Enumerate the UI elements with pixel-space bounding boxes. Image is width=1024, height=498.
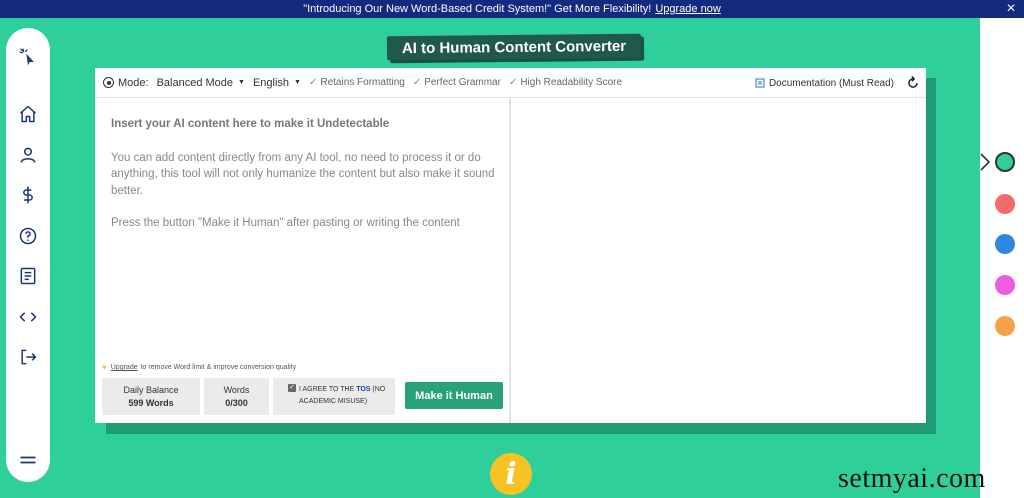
mode-radio-icon [103, 77, 114, 88]
upgrade-note: ♥ Upgrade to remove Word limit & improve… [102, 363, 297, 372]
heart-icon: ♥ [102, 363, 107, 372]
theme-color-orange[interactable] [995, 316, 1015, 336]
chevron-down-icon: ▼ [294, 79, 301, 86]
code-icon[interactable] [15, 304, 41, 330]
theme-panel [980, 18, 1024, 498]
documentation-link[interactable]: Documentation (Must Read) [755, 68, 894, 98]
toolbar: Mode: Balanced Mode ▼ English ▼ ✓ Retain… [95, 68, 926, 98]
document-icon [755, 78, 765, 88]
editor-heading: Insert your AI content here to make it U… [111, 118, 390, 130]
feature-item: ✓ Retains Formatting [308, 77, 405, 88]
watermark: setmyai.com [838, 463, 986, 494]
menu-icon[interactable] [15, 447, 41, 473]
theme-color-red[interactable] [995, 194, 1015, 214]
mode-value: Balanced Mode [156, 76, 234, 89]
reset-icon[interactable] [906, 76, 920, 90]
editor-hint: Press the button "Make it Human" after p… [111, 217, 460, 229]
home-icon[interactable] [15, 101, 41, 127]
upgrade-link[interactable]: Upgrade [111, 364, 138, 371]
sidebar [6, 28, 50, 482]
theme-color-pink[interactable] [995, 275, 1015, 295]
check-icon: ✓ [412, 77, 422, 88]
cursor-icon[interactable] [15, 44, 41, 70]
chevron-right-icon[interactable] [978, 152, 992, 172]
daily-balance: Daily Balance 599 Words [102, 378, 200, 415]
tos-checkbox[interactable]: ✓ [288, 384, 296, 392]
page-title: AI to Human Content Converter [386, 33, 642, 61]
mode-dropdown[interactable]: Balanced Mode ▼ [157, 77, 245, 89]
announcement-banner: "Introducing Our New Word-Based Credit S… [0, 0, 1024, 18]
info-icon[interactable]: i [490, 453, 532, 495]
check-icon: ✓ [308, 77, 318, 88]
editor-instructions: You can add content directly from any AI… [111, 151, 495, 197]
help-icon[interactable] [15, 223, 41, 249]
chevron-down-icon: ▼ [238, 79, 245, 86]
mode-selector[interactable]: Mode: [103, 77, 149, 89]
mode-label: Mode: [118, 76, 149, 89]
tos-agreement: ✓ I AGREE TO THE TOS (NO ACADEMIC MISUSE… [273, 378, 395, 415]
converter-card: Mode: Balanced Mode ▼ English ▼ ✓ Retain… [95, 68, 926, 423]
banner-text: "Introducing Our New Word-Based Credit S… [303, 3, 652, 15]
feature-item: ✓ Perfect Grammar [412, 77, 501, 88]
dollar-icon[interactable] [15, 182, 41, 208]
logout-icon[interactable] [15, 344, 41, 370]
feature-item: ✓ High Readability Score [508, 77, 623, 88]
language-value: English [252, 76, 290, 89]
agree-prefix: I AGREE TO THE [299, 386, 355, 393]
theme-color-blue[interactable] [995, 234, 1015, 254]
upgrade-now-link[interactable]: Upgrade now [655, 3, 720, 15]
language-dropdown[interactable]: English ▼ [253, 77, 301, 89]
tos-link[interactable]: TOS [356, 386, 370, 393]
word-count: Words 0/300 [204, 378, 269, 415]
panel-divider [509, 98, 511, 423]
check-icon: ✓ [508, 77, 518, 88]
user-icon[interactable] [15, 142, 41, 168]
document-icon[interactable] [15, 263, 41, 289]
input-editor[interactable]: Insert your AI content here to make it U… [111, 116, 496, 248]
close-icon[interactable]: × [1004, 0, 1018, 18]
make-it-human-button[interactable]: Make it Human [405, 382, 503, 409]
theme-color-green[interactable] [995, 152, 1015, 172]
